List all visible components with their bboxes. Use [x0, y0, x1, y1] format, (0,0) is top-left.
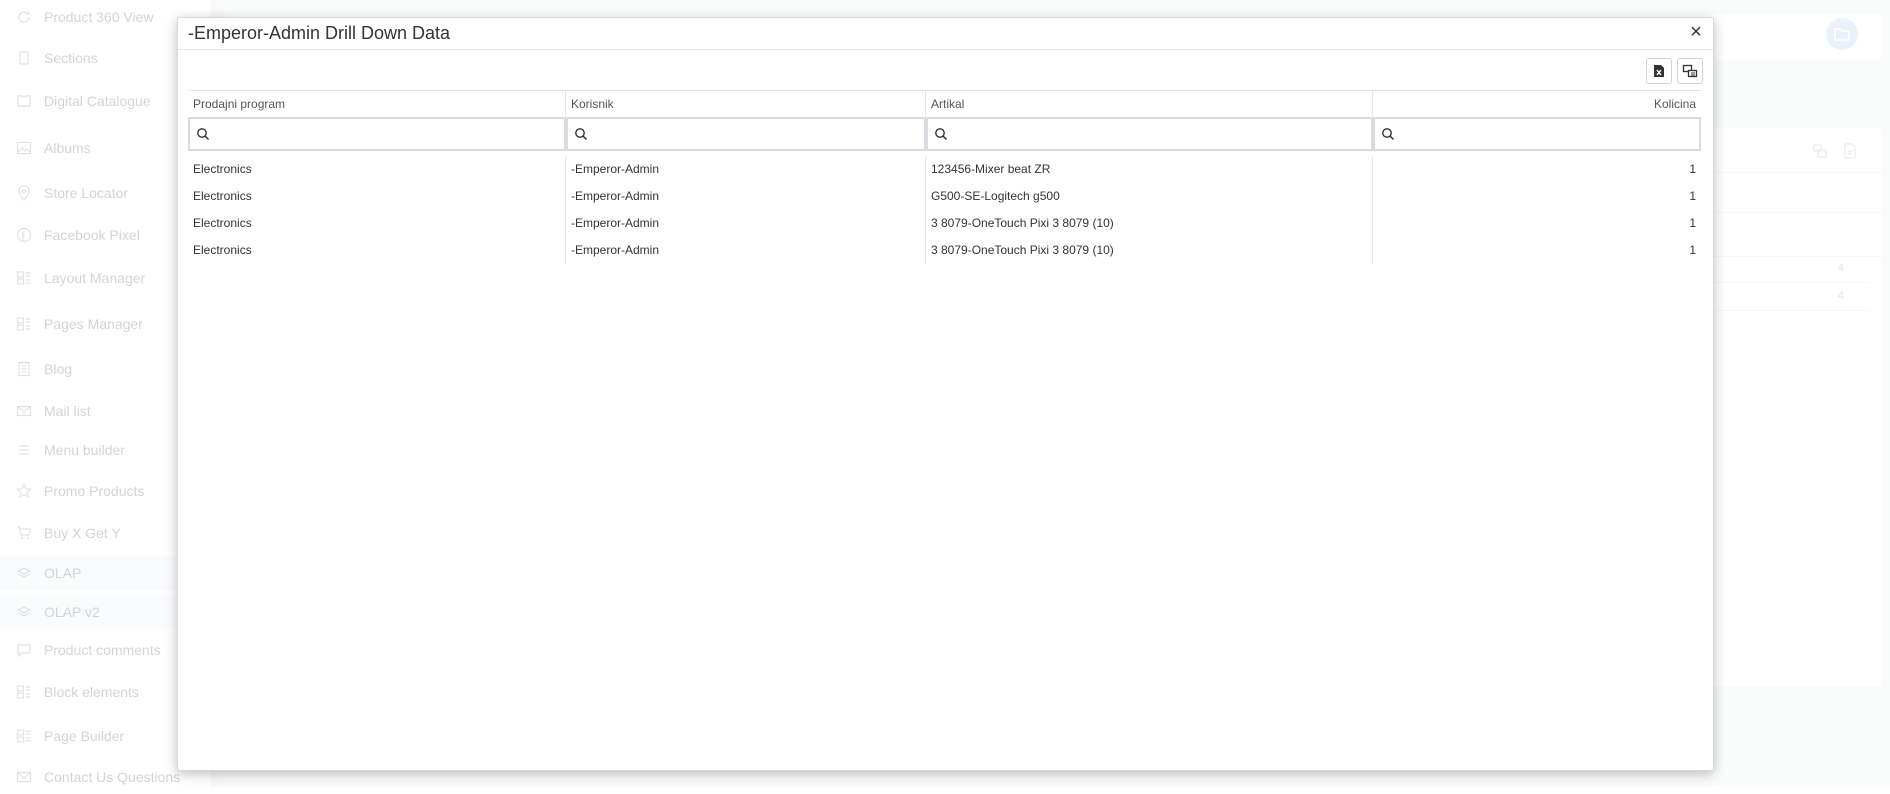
column-header-item[interactable]: Artikal — [926, 91, 1373, 117]
table-row[interactable]: Electronics -Emperor-Admin 3 8079-OneTou… — [188, 210, 1701, 237]
cell-user: -Emperor-Admin — [566, 210, 926, 237]
cell-program: Electronics — [188, 156, 566, 183]
search-icon — [575, 128, 588, 141]
cell-user: -Emperor-Admin — [566, 237, 926, 264]
cell-program: Electronics — [188, 237, 566, 264]
cell-quantity: 1 — [1689, 189, 1696, 203]
dialog-title: -Emperor-Admin Drill Down Data — [188, 23, 451, 43]
cell-program: Electronics — [188, 183, 566, 210]
column-chooser-button[interactable] — [1677, 58, 1703, 84]
table-row[interactable]: Electronics -Emperor-Admin 123456-Mixer … — [188, 156, 1701, 183]
cell-user: -Emperor-Admin — [566, 183, 926, 210]
drill-down-dialog: -Emperor-Admin Drill Down Data × Prodajn… — [177, 17, 1714, 771]
excel-export-icon — [1654, 65, 1664, 77]
filter-input-quantity[interactable] — [1399, 121, 1699, 147]
cell-quantity: 1 — [1689, 162, 1696, 176]
dialog-header: -Emperor-Admin Drill Down Data × — [178, 18, 1713, 50]
search-icon — [1382, 128, 1395, 141]
filter-row — [188, 117, 1701, 151]
cell-quantity: 1 — [1689, 216, 1696, 230]
filter-input-user[interactable] — [592, 121, 924, 147]
column-header-quantity[interactable]: Kolicina — [1373, 91, 1701, 117]
filter-input-item[interactable] — [952, 121, 1371, 147]
table-row[interactable]: Electronics -Emperor-Admin G500-SE-Logit… — [188, 183, 1701, 210]
column-chooser-icon — [1682, 64, 1698, 78]
filter-input-program[interactable] — [214, 121, 564, 147]
filter-cell-quantity — [1373, 117, 1701, 151]
column-header-program[interactable]: Prodajni program — [188, 91, 566, 117]
cell-item: 3 8079-OneTouch Pixi 3 8079 (10) — [926, 210, 1373, 237]
cell-item: 123456-Mixer beat ZR — [926, 156, 1373, 183]
search-icon — [197, 128, 210, 141]
grid-header: Prodajni program Korisnik Artikal Kolici… — [188, 90, 1701, 118]
table-row[interactable]: Electronics -Emperor-Admin 3 8079-OneTou… — [188, 237, 1701, 264]
cell-program: Electronics — [188, 210, 566, 237]
filter-cell-program — [188, 117, 566, 151]
cell-item: 3 8079-OneTouch Pixi 3 8079 (10) — [926, 237, 1373, 264]
filter-cell-item — [926, 117, 1373, 151]
filter-cell-user — [566, 117, 926, 151]
cell-quantity: 1 — [1689, 243, 1696, 257]
cell-user: -Emperor-Admin — [566, 156, 926, 183]
cell-item: G500-SE-Logitech g500 — [926, 183, 1373, 210]
search-icon — [935, 128, 948, 141]
export-excel-button[interactable] — [1646, 58, 1672, 84]
column-header-user[interactable]: Korisnik — [566, 91, 926, 117]
close-button[interactable]: × — [1685, 21, 1707, 43]
